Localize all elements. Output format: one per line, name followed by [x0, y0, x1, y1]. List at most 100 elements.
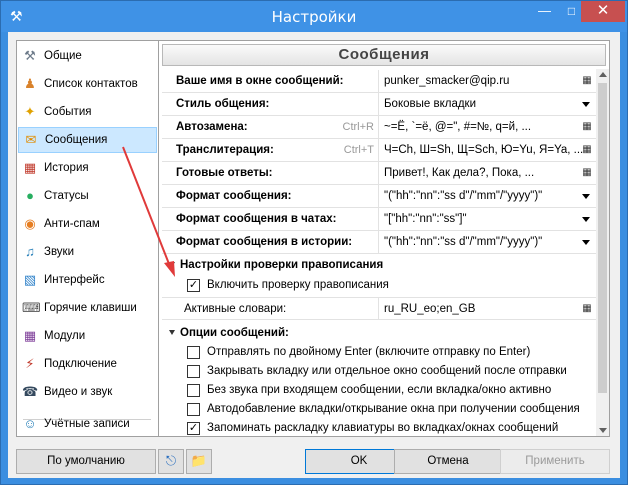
sidebar-item-label: Статусы: [44, 190, 89, 202]
option-row[interactable]: Без звука при входящем сообщении, если в…: [162, 381, 596, 400]
option-row[interactable]: ✓ Запоминать раскладку клавиатуры во вкл…: [162, 419, 596, 436]
keyboard-icon: ⌨: [22, 300, 41, 315]
defaults-button[interactable]: По умолчанию: [16, 449, 156, 474]
checkbox-label: Отправлять по двойному Enter (включите о…: [207, 346, 531, 358]
edit-icon[interactable]: ▦: [580, 143, 594, 157]
checkbox-label: Запоминать раскладку клавиатуры во вклад…: [207, 422, 559, 434]
chat-format-dropdown[interactable]: "["hh":"nn":"ss"]": [382, 208, 596, 230]
spellcheck-enable-row[interactable]: ✓ Включить проверку правописания: [162, 276, 596, 295]
close-button[interactable]: ✕: [581, 1, 625, 22]
sidebar-item-messages[interactable]: ✉ Сообщения: [18, 127, 157, 153]
edit-icon[interactable]: ▦: [580, 74, 594, 88]
sidebar-item-history[interactable]: ▦ История: [18, 155, 157, 181]
sidebar-item-label: Сообщения: [45, 134, 108, 146]
sidebar-item-general[interactable]: ⚒ Общие: [18, 43, 157, 69]
messages-icon: ✉: [25, 132, 37, 147]
spellcheck-section-header[interactable]: Настройки проверки правописания: [162, 255, 596, 275]
sidebar-item-connection[interactable]: ⚡ Подключение: [18, 351, 157, 377]
sidebar-item-events[interactable]: ✦ События: [18, 99, 157, 125]
sidebar-item-accounts[interactable]: ☺ Учётные записи: [18, 411, 157, 437]
setting-row-dictionaries: Активные словари: ru_RU_eo;en_GB ▦: [162, 297, 596, 320]
setting-row-style: Стиль общения: Боковые вкладки: [162, 93, 596, 116]
option-checkbox[interactable]: [187, 365, 200, 378]
contacts-icon: ♟: [24, 76, 36, 91]
setting-row-autoreplace: Автозамена: Ctrl+R ~=Ё, `=ё, @=", #=№, q=…: [162, 116, 596, 139]
option-row[interactable]: Автодобавление вкладки/открывание окна п…: [162, 400, 596, 419]
edit-icon[interactable]: ▦: [580, 120, 594, 134]
style-dropdown[interactable]: Боковые вкладки: [382, 93, 596, 115]
edit-icon[interactable]: ▦: [580, 302, 594, 316]
sidebar-item-sounds[interactable]: ♫ Звуки: [18, 239, 157, 265]
settings-window: ⚒ Настройки — □ ✕ ⚒ Общие ♟ Список конта…: [0, 0, 628, 485]
interface-icon: ▧: [23, 272, 37, 287]
setting-label: Стиль общения:: [162, 93, 379, 115]
option-row[interactable]: Отправлять по двойному Enter (включите о…: [162, 343, 596, 362]
option-checkbox[interactable]: [187, 384, 200, 397]
wrench-icon: ⚒: [24, 48, 36, 63]
scroll-up-arrow-icon[interactable]: [599, 72, 607, 77]
autoreplace-field[interactable]: ~=Ё, `=ё, @=", #=№, q=й, ... ▦: [382, 116, 596, 138]
minimize-button[interactable]: —: [531, 1, 558, 22]
option-checkbox[interactable]: [187, 403, 200, 416]
sidebar-item-label: Список контактов: [44, 78, 138, 90]
setting-row-chat-format: Формат сообщения в чатах: "["hh":"nn":"s…: [162, 208, 596, 231]
collapse-triangle-icon[interactable]: [169, 262, 175, 267]
chevron-down-icon[interactable]: [582, 102, 590, 107]
chevron-down-icon[interactable]: [582, 217, 590, 222]
apply-button[interactable]: Применить: [500, 449, 610, 474]
folder-icon: 📁: [190, 453, 208, 468]
modules-icon: ▦: [23, 328, 37, 343]
spellcheck-checkbox[interactable]: ✓: [187, 279, 200, 292]
history-format-dropdown[interactable]: "("hh":"nn":"ss d"/"mm"/"yyyy")": [382, 231, 596, 253]
plug-icon: ⚡: [25, 356, 35, 371]
open-folder-button[interactable]: 📁: [186, 449, 212, 474]
msg-format-dropdown[interactable]: "("hh":"nn":"ss d"/"mm"/"yyyy")": [382, 185, 596, 207]
sidebar-item-label: События: [44, 106, 92, 118]
message-options-section-header[interactable]: Опции сообщений:: [162, 323, 596, 343]
title-bar[interactable]: ⚒ Настройки — □ ✕: [1, 1, 627, 32]
option-row[interactable]: Закрывать вкладку или отдельное окно соо…: [162, 362, 596, 381]
panel-title: Сообщения: [162, 44, 606, 66]
shortcut-hint: Ctrl+T: [343, 144, 374, 156]
sidebar-item-label: Анти-спам: [44, 218, 100, 230]
name-field[interactable]: punker_smacker@qip.ru ▦: [382, 70, 596, 92]
antispam-icon: ◉: [24, 216, 36, 231]
sidebar-item-hotkeys[interactable]: ⌨ Горячие клавиши: [18, 295, 157, 321]
dictionaries-field[interactable]: ru_RU_eo;en_GB ▦: [382, 298, 596, 320]
sidebar-item-antispam[interactable]: ◉ Анти-спам: [18, 211, 157, 237]
chevron-down-icon[interactable]: [582, 194, 590, 199]
sidebar-item-label: Горячие клавиши: [44, 302, 137, 314]
sidebar-item-label: Общие: [44, 50, 82, 62]
chevron-down-icon[interactable]: [582, 240, 590, 245]
setting-label: Автозамена: Ctrl+R: [162, 116, 379, 138]
setting-label: Готовые ответы:: [162, 162, 379, 184]
shortcut-hint: Ctrl+R: [342, 121, 374, 133]
checkbox-label: Включить проверку правописания: [207, 279, 389, 291]
option-checkbox[interactable]: [187, 346, 200, 359]
vertical-scrollbar[interactable]: [596, 69, 609, 436]
events-icon: ✦: [24, 104, 36, 119]
setting-label: Формат сообщения в истории:: [162, 231, 379, 253]
sidebar-item-video-audio[interactable]: ☎ Видео и звук: [18, 379, 157, 405]
scroll-down-arrow-icon[interactable]: [599, 428, 607, 433]
replies-field[interactable]: Привет!, Как дела?, Пока, ... ▦: [382, 162, 596, 184]
setting-row-name: Ваше имя в окне сообщений: punker_smacke…: [162, 70, 596, 93]
sidebar-item-contacts[interactable]: ♟ Список контактов: [18, 71, 157, 97]
option-checkbox[interactable]: ✓: [187, 422, 200, 435]
sidebar-item-interface[interactable]: ▧ Интерфейс: [18, 267, 157, 293]
checkbox-label: Закрывать вкладку или отдельное окно соо…: [207, 365, 567, 377]
scroll-thumb[interactable]: [598, 83, 607, 393]
sidebar-item-modules[interactable]: ▦ Модули: [18, 323, 157, 349]
client-area: ⚒ Общие ♟ Список контактов ✦ События ✉ С…: [8, 32, 620, 478]
status-icon: ●: [26, 188, 34, 203]
backup-settings-button[interactable]: ⎋: [158, 449, 184, 474]
translit-field[interactable]: Ч=Ch, Ш=Sh, Щ=Sch, Ю=Yu, Я=Ya, ... ▦: [382, 139, 596, 161]
checkbox-label: Без звука при входящем сообщении, если в…: [207, 384, 552, 396]
cancel-button[interactable]: Отмена: [394, 449, 502, 474]
settings-sidebar: ⚒ Общие ♟ Список контактов ✦ События ✉ С…: [16, 40, 159, 437]
headset-icon: ☎: [22, 384, 39, 399]
sidebar-item-statuses[interactable]: ● Статусы: [18, 183, 157, 209]
edit-icon[interactable]: ▦: [580, 166, 594, 180]
sidebar-item-label: Интерфейс: [44, 274, 105, 286]
collapse-triangle-icon[interactable]: [169, 330, 175, 335]
